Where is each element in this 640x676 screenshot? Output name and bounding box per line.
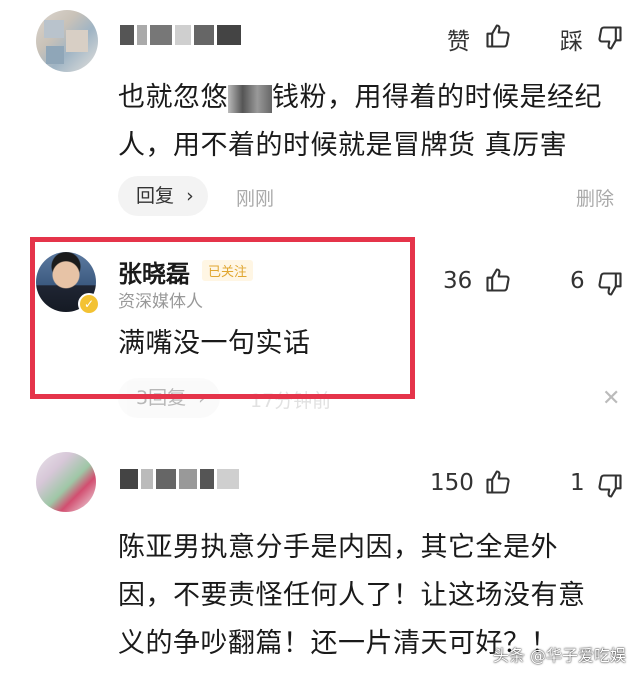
reply-label: 回复 (136, 185, 175, 207)
thumbs-down-icon[interactable] (596, 24, 624, 52)
comment-text: 也就忽悠 钱粉，用得着的时候是经纪 (118, 74, 602, 122)
timestamp: 刚刚 (236, 188, 275, 210)
comment-line: 人，用不着的时候就是冒牌货 真厉害 (118, 130, 568, 161)
thumbs-up-icon[interactable] (484, 266, 512, 294)
watermark: 头条 @华子爱吃娱 (492, 646, 626, 665)
delete-button[interactable]: 删除 (576, 184, 614, 211)
thumbs-up-icon[interactable] (484, 22, 512, 50)
close-icon[interactable]: ✕ (602, 386, 620, 411)
thumbs-up-icon[interactable] (484, 468, 512, 496)
like-count: 150 (430, 470, 474, 496)
avatar[interactable] (36, 452, 96, 512)
comment-line: 陈亚男执意分手是内因，其它全是外 (118, 532, 558, 563)
dislike-count: 1 (570, 470, 585, 496)
highlight-box (30, 237, 415, 399)
comment-line: 因，不要责怪任何人了！让这场没有意 (118, 580, 586, 611)
like-label: 赞 (447, 29, 470, 55)
comment-line: 也就忽悠 (118, 82, 228, 113)
like-count: 36 (443, 268, 473, 294)
dislike-label: 踩 (560, 29, 583, 55)
avatar[interactable] (36, 10, 98, 72)
comment-line: 钱粉，用得着的时候是经纪 (272, 82, 602, 113)
blurred-text (228, 84, 272, 113)
thumbs-down-icon[interactable] (596, 270, 624, 298)
dislike-count: 6 (570, 268, 585, 294)
thumbs-down-icon[interactable] (596, 472, 624, 500)
reply-button[interactable]: 回复 › (118, 176, 208, 216)
username-blurred[interactable] (120, 468, 242, 490)
chevron-right-icon: › (186, 185, 194, 207)
username-blurred[interactable] (120, 24, 244, 46)
